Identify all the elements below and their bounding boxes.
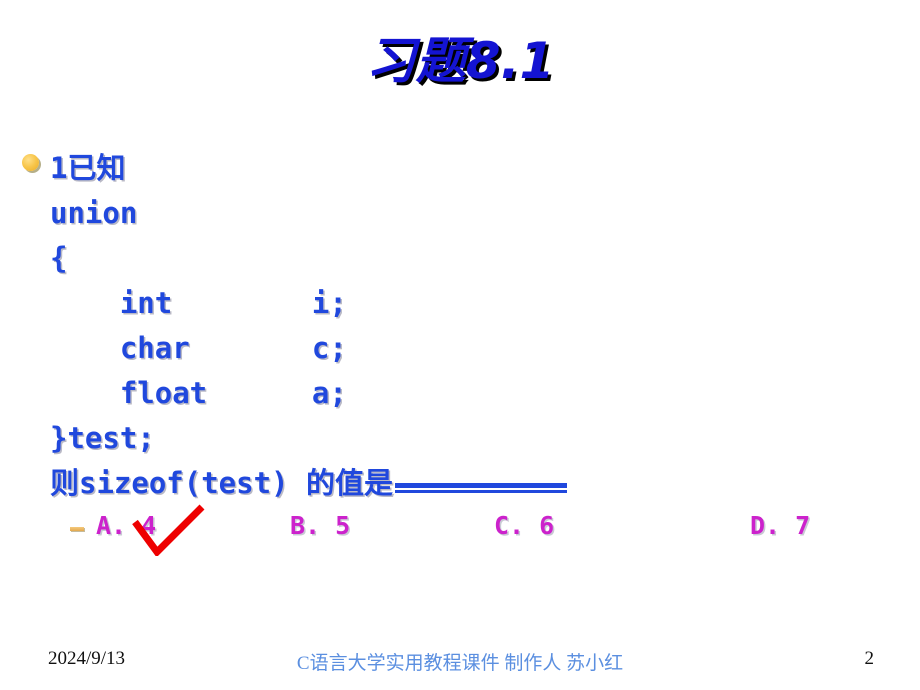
- option-b[interactable]: B. 5: [290, 508, 350, 544]
- code-line-4: char c;: [50, 331, 347, 365]
- footer-page-number: 2: [864, 648, 875, 669]
- answer-options-row: A. 4 B. 5 C. 6 D. 7: [22, 508, 902, 554]
- question-body: 1已知 union { int i; char c; float a; }tes…: [22, 146, 902, 506]
- page-title: 习题8.1: [365, 32, 555, 90]
- code-line-1: union: [50, 196, 138, 230]
- code-line-5: float a;: [50, 376, 347, 410]
- option-d[interactable]: D. 7: [750, 508, 810, 544]
- code-line-3: int i;: [50, 286, 347, 320]
- bullet-list-item: 1已知 union { int i; char c; float a; }tes…: [22, 146, 902, 506]
- gold-disc-bullet-icon: [22, 154, 39, 171]
- code-line-0: 1已知: [50, 151, 126, 185]
- code-block: 1已知 union { int i; char c; float a; }tes…: [50, 146, 902, 506]
- answer-blank-underline: [394, 483, 567, 493]
- slide-canvas: 习题8.1 1已知 union { int i; char c; float a…: [0, 0, 920, 690]
- question-line: 则sizeof(test) 的值是: [50, 461, 902, 506]
- question-text: 则sizeof(test) 的值是: [50, 466, 393, 500]
- small-dash-bullet-icon: [70, 527, 84, 531]
- code-line-2: {: [50, 241, 68, 275]
- option-a[interactable]: A. 4: [96, 508, 156, 544]
- option-c[interactable]: C. 6: [494, 508, 554, 544]
- footer-credit: C语言大学实用教程课件 制作人 苏小红: [296, 653, 624, 674]
- slide-footer: 2024/9/13 C语言大学实用教程课件 制作人 苏小红 2: [0, 642, 920, 690]
- code-line-6: }test;: [50, 421, 155, 455]
